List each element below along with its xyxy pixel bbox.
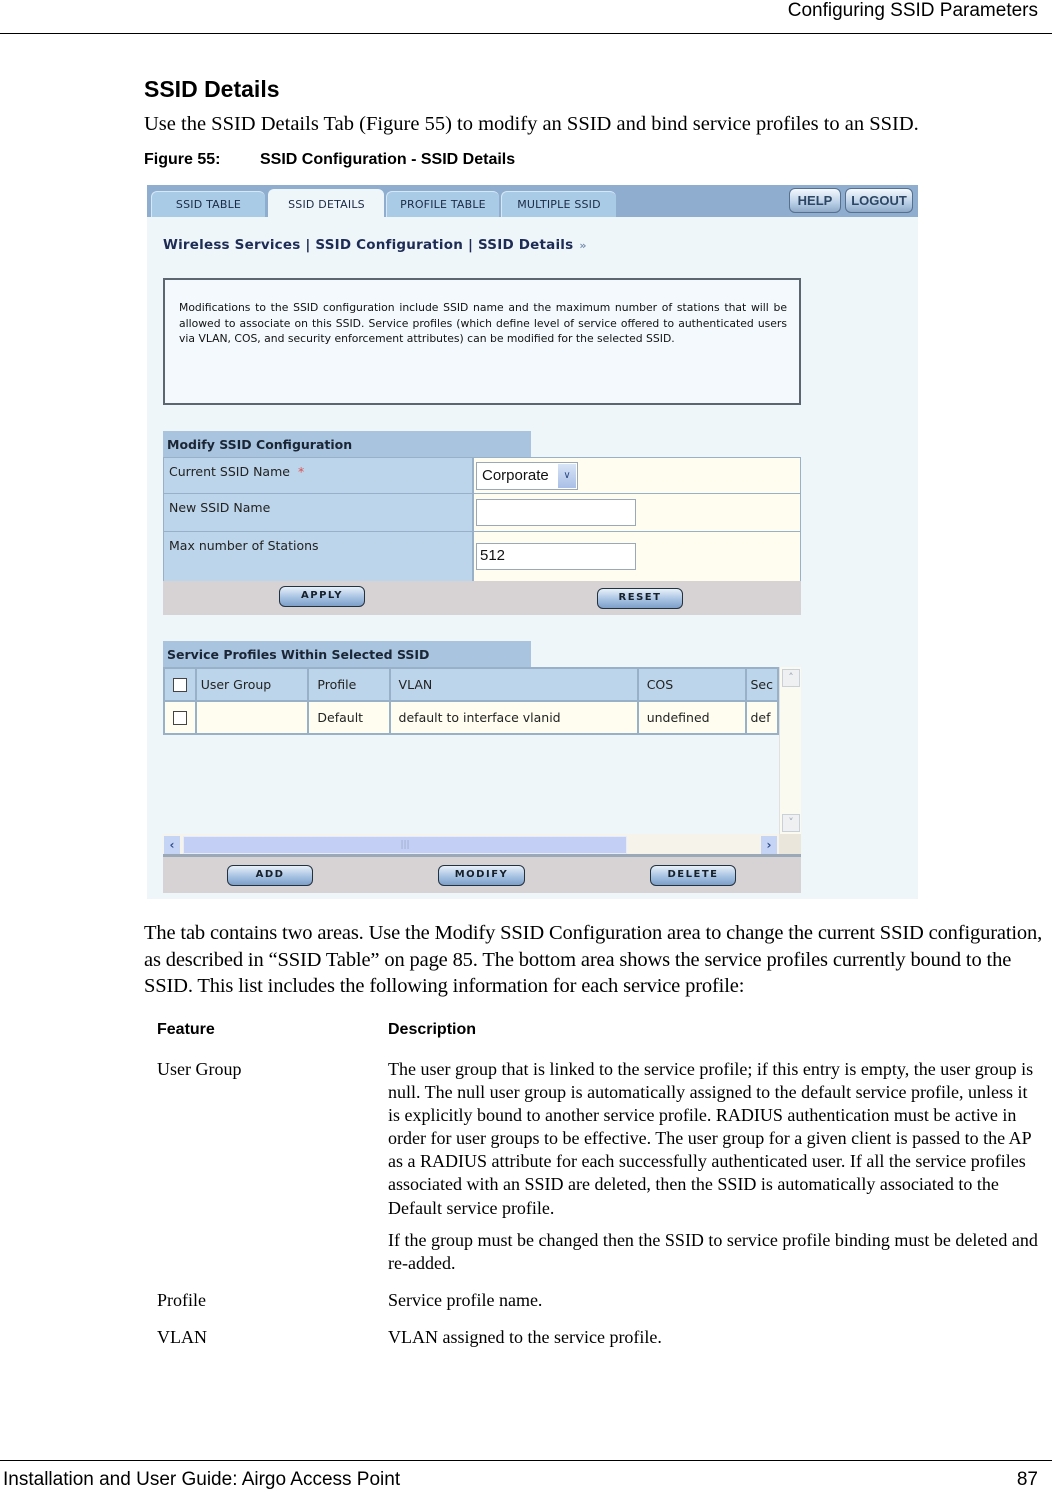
tab-profile-table[interactable]: PROFILE TABLE (386, 191, 499, 217)
cell-cos: undefined (636, 700, 748, 735)
table-row[interactable]: Default default to interface vlanid unde… (163, 700, 779, 735)
max-stations-input[interactable]: 512 (476, 543, 636, 570)
header-divider (0, 33, 1052, 34)
column-header-user-group[interactable]: User Group (194, 667, 310, 702)
intro-paragraph: Use the SSID Details Tab (Figure 55) to … (144, 113, 919, 135)
modify-button-bar: APPLY RESET (163, 581, 801, 615)
select-all-cell (163, 667, 197, 702)
figure-caption: Figure 55: SSID Configuration - SSID Deta… (144, 151, 515, 169)
info-box: Modifications to the SSID configuration … (163, 278, 801, 405)
add-button[interactable]: ADD (227, 865, 313, 886)
description-column-header: Description (388, 1021, 477, 1038)
profiles-button-bar: ADD MODIFY DELETE (163, 857, 801, 893)
modify-ssid-panel-title: Modify SSID Configuration (163, 431, 531, 457)
feature-description: Service profile name. (388, 1289, 1038, 1312)
new-ssid-cell (474, 494, 800, 531)
breadcrumb-text: Wireless Services | SSID Configuration |… (163, 237, 574, 253)
current-ssid-row: Current SSID Name * Corporate ∨ (163, 457, 801, 494)
body-paragraph: The tab contains two areas. Use the Modi… (144, 922, 1043, 997)
feature-table-header: Feature Description (157, 1021, 1047, 1058)
logout-button[interactable]: LOGOUT (845, 188, 913, 213)
feature-name: VLAN (157, 1326, 207, 1347)
scrollbar-corner (779, 834, 801, 854)
document-header-title: Configuring SSID Parameters (787, 0, 1038, 21)
current-ssid-value: Corporate (482, 467, 549, 484)
max-stations-label: Max number of Stations (164, 532, 474, 581)
chevron-down-icon[interactable]: ∨ (558, 464, 576, 488)
feature-column-header: Feature (157, 1021, 215, 1038)
double-chevron-icon: » (579, 239, 587, 252)
scroll-right-icon[interactable]: › (761, 836, 777, 854)
cell-user-group (194, 700, 310, 735)
service-profiles-table: User Group Profile VLAN COS Sec Default … (163, 667, 779, 735)
page-number: 87 (1016, 1469, 1038, 1490)
current-ssid-select[interactable]: Corporate ∨ (476, 462, 578, 490)
ssid-details-screenshot: SSID TABLE SSID DETAILS PROFILE TABLE MU… (147, 185, 918, 899)
required-asterisk-icon: * (297, 464, 305, 479)
current-ssid-label-text: Current SSID Name (169, 464, 290, 479)
footer-title: Installation and User Guide: Airgo Acces… (3, 1469, 401, 1490)
cell-security: def (745, 700, 779, 735)
feature-row-user-group: User Group The user group that is linked… (157, 1058, 1047, 1275)
new-ssid-row: New SSID Name (163, 494, 801, 532)
horizontal-scroll-thumb[interactable]: ||| (183, 836, 627, 854)
cell-vlan: default to interface vlanid (388, 700, 639, 735)
tab-bar: SSID TABLE SSID DETAILS PROFILE TABLE MU… (147, 185, 918, 217)
feature-description: VLAN assigned to the service profile. (388, 1326, 1038, 1349)
delete-button[interactable]: DELETE (650, 865, 736, 886)
column-header-security[interactable]: Sec (745, 667, 779, 702)
feature-name: User Group (157, 1059, 242, 1079)
cell-profile: Default (307, 700, 391, 735)
column-header-cos[interactable]: COS (636, 667, 748, 702)
scroll-left-icon[interactable]: ‹ (164, 836, 180, 854)
table-header-row: User Group Profile VLAN COS Sec (163, 667, 779, 702)
column-header-vlan[interactable]: VLAN (388, 667, 639, 702)
tab-ssid-details[interactable]: SSID DETAILS (268, 189, 384, 217)
description-paragraph: VLAN assigned to the service profile. (388, 1326, 662, 1347)
modify-ssid-form: Current SSID Name * Corporate ∨ New SSID … (163, 457, 801, 582)
apply-button[interactable]: APPLY (279, 586, 365, 607)
description-paragraph: The user group that is linked to the ser… (388, 1059, 1034, 1218)
service-profiles-grid: User Group Profile VLAN COS Sec Default … (163, 667, 801, 857)
vertical-scrollbar[interactable]: ˄ ˅ (779, 667, 801, 834)
horizontal-scrollbar[interactable]: ‹ ||| › (163, 834, 801, 857)
description-paragraph: If the group must be changed then the SS… (388, 1229, 1038, 1273)
feature-row-vlan: VLAN VLAN assigned to the service profil… (157, 1326, 1047, 1349)
row-select-cell (163, 700, 197, 735)
figure-caption-text: SSID Configuration - SSID Details (260, 151, 516, 168)
scroll-up-icon[interactable]: ˄ (782, 669, 800, 687)
description-paragraph: Service profile name. (388, 1289, 543, 1310)
current-ssid-label: Current SSID Name * (164, 458, 474, 493)
figure-number: Figure 55: (144, 151, 221, 168)
max-stations-row: Max number of Stations 512 (163, 532, 801, 582)
column-header-profile[interactable]: Profile (307, 667, 391, 702)
breadcrumb: Wireless Services | SSID Configuration |… (163, 237, 587, 253)
reset-button[interactable]: RESET (597, 588, 683, 609)
feature-row-profile: Profile Service profile name. (157, 1289, 1047, 1312)
modify-button[interactable]: MODIFY (438, 865, 525, 886)
row-checkbox[interactable] (172, 711, 187, 726)
footer-divider (0, 1460, 1052, 1461)
feature-name: Profile (157, 1289, 206, 1310)
current-ssid-cell: Corporate ∨ (474, 458, 800, 493)
tab-ssid-table[interactable]: SSID TABLE (151, 191, 265, 217)
new-ssid-label: New SSID Name (164, 494, 474, 531)
help-button[interactable]: HELP (789, 188, 841, 213)
service-profiles-panel-title: Service Profiles Within Selected SSID (163, 641, 531, 667)
tab-multiple-ssid[interactable]: MULTIPLE SSID (501, 191, 616, 217)
feature-description-table: Feature Description User Group The user … (157, 1021, 1047, 1363)
section-title: SSID Details (144, 76, 280, 102)
scroll-down-icon[interactable]: ˅ (782, 814, 800, 832)
new-ssid-input[interactable] (476, 499, 636, 526)
max-stations-cell: 512 (474, 532, 800, 581)
feature-description: The user group that is linked to the ser… (388, 1058, 1038, 1275)
select-all-checkbox[interactable] (172, 678, 187, 693)
